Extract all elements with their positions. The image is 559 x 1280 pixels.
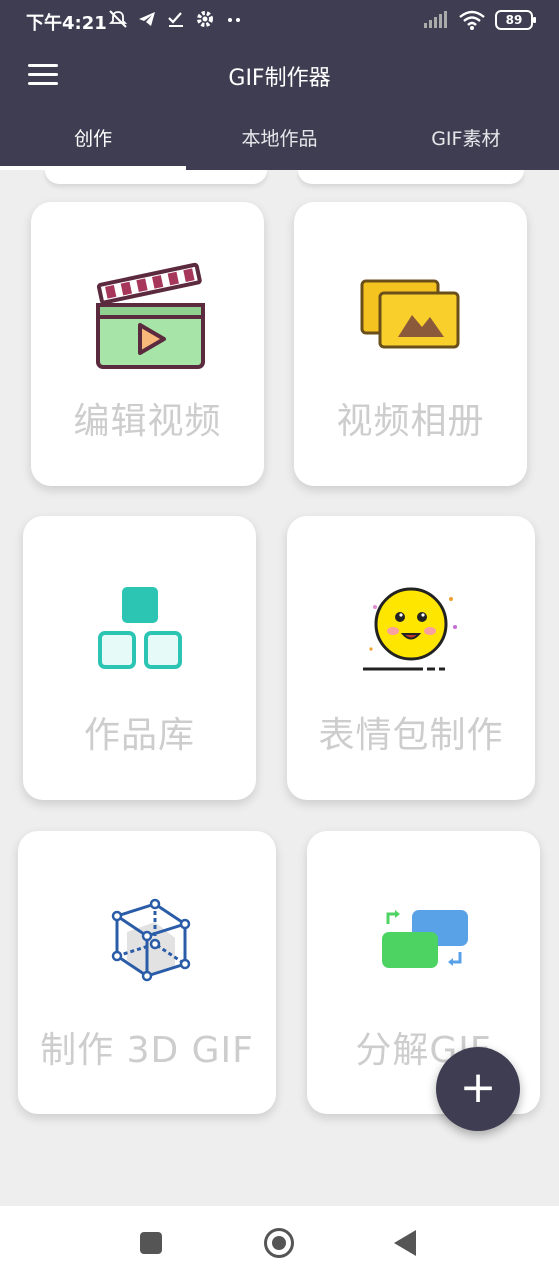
card-label: 视频相册 — [336, 401, 485, 442]
tab-bar: 创作 本地作品 GIF素材 — [0, 106, 559, 170]
system-nav-bar — [0, 1206, 559, 1280]
card-works-library[interactable]: 作品库 — [23, 516, 256, 800]
card-label: 表情包制作 — [318, 715, 504, 756]
app-header: 下午4:21 89 GIF制作器 创作 本地作品 GIF素材 — [0, 0, 559, 170]
app-title: GIF制作器 — [228, 66, 331, 91]
battery-indicator: 89 — [495, 10, 536, 30]
card-edit-video[interactable]: 编辑视频 — [31, 202, 264, 486]
card-label: 作品库 — [83, 715, 195, 756]
app-bar: GIF制作器 — [0, 40, 559, 106]
signal-icon — [424, 11, 447, 28]
card-peek-left — [45, 170, 267, 184]
card-meme-maker[interactable]: 表情包制作 — [287, 516, 535, 800]
card-make-3d-gif[interactable]: 制作 3D GIF — [18, 831, 276, 1114]
telegram-icon — [139, 12, 155, 26]
tab-gif-materials[interactable]: GIF素材 — [373, 106, 559, 170]
recent-apps-button[interactable] — [140, 1232, 162, 1254]
home-button[interactable] — [264, 1228, 294, 1258]
status-bar: 下午4:21 89 — [0, 0, 559, 40]
card-label: 制作 3D GIF — [40, 1030, 254, 1071]
checklist-icon — [168, 12, 183, 27]
wifi-icon — [459, 10, 485, 30]
works-library-icon — [75, 571, 205, 686]
smiley-face-icon — [346, 571, 476, 686]
add-fab-button[interactable]: + — [436, 1047, 520, 1131]
3d-cube-icon — [82, 886, 212, 1001]
more-dots-icon — [228, 18, 240, 22]
tab-local-works[interactable]: 本地作品 — [186, 106, 372, 170]
tab-create[interactable]: 创作 — [0, 106, 187, 170]
photo-album-icon — [346, 257, 476, 372]
split-gif-icon — [359, 886, 489, 1001]
card-video-album[interactable]: 视频相册 — [294, 202, 527, 486]
clapperboard-icon — [83, 257, 213, 372]
gear-icon — [197, 11, 213, 27]
status-time: 下午4:21 — [26, 13, 107, 34]
card-peek-right — [298, 170, 524, 184]
notification-muted-icon — [108, 10, 128, 28]
card-label: 编辑视频 — [73, 401, 222, 442]
back-button[interactable] — [394, 1230, 416, 1256]
